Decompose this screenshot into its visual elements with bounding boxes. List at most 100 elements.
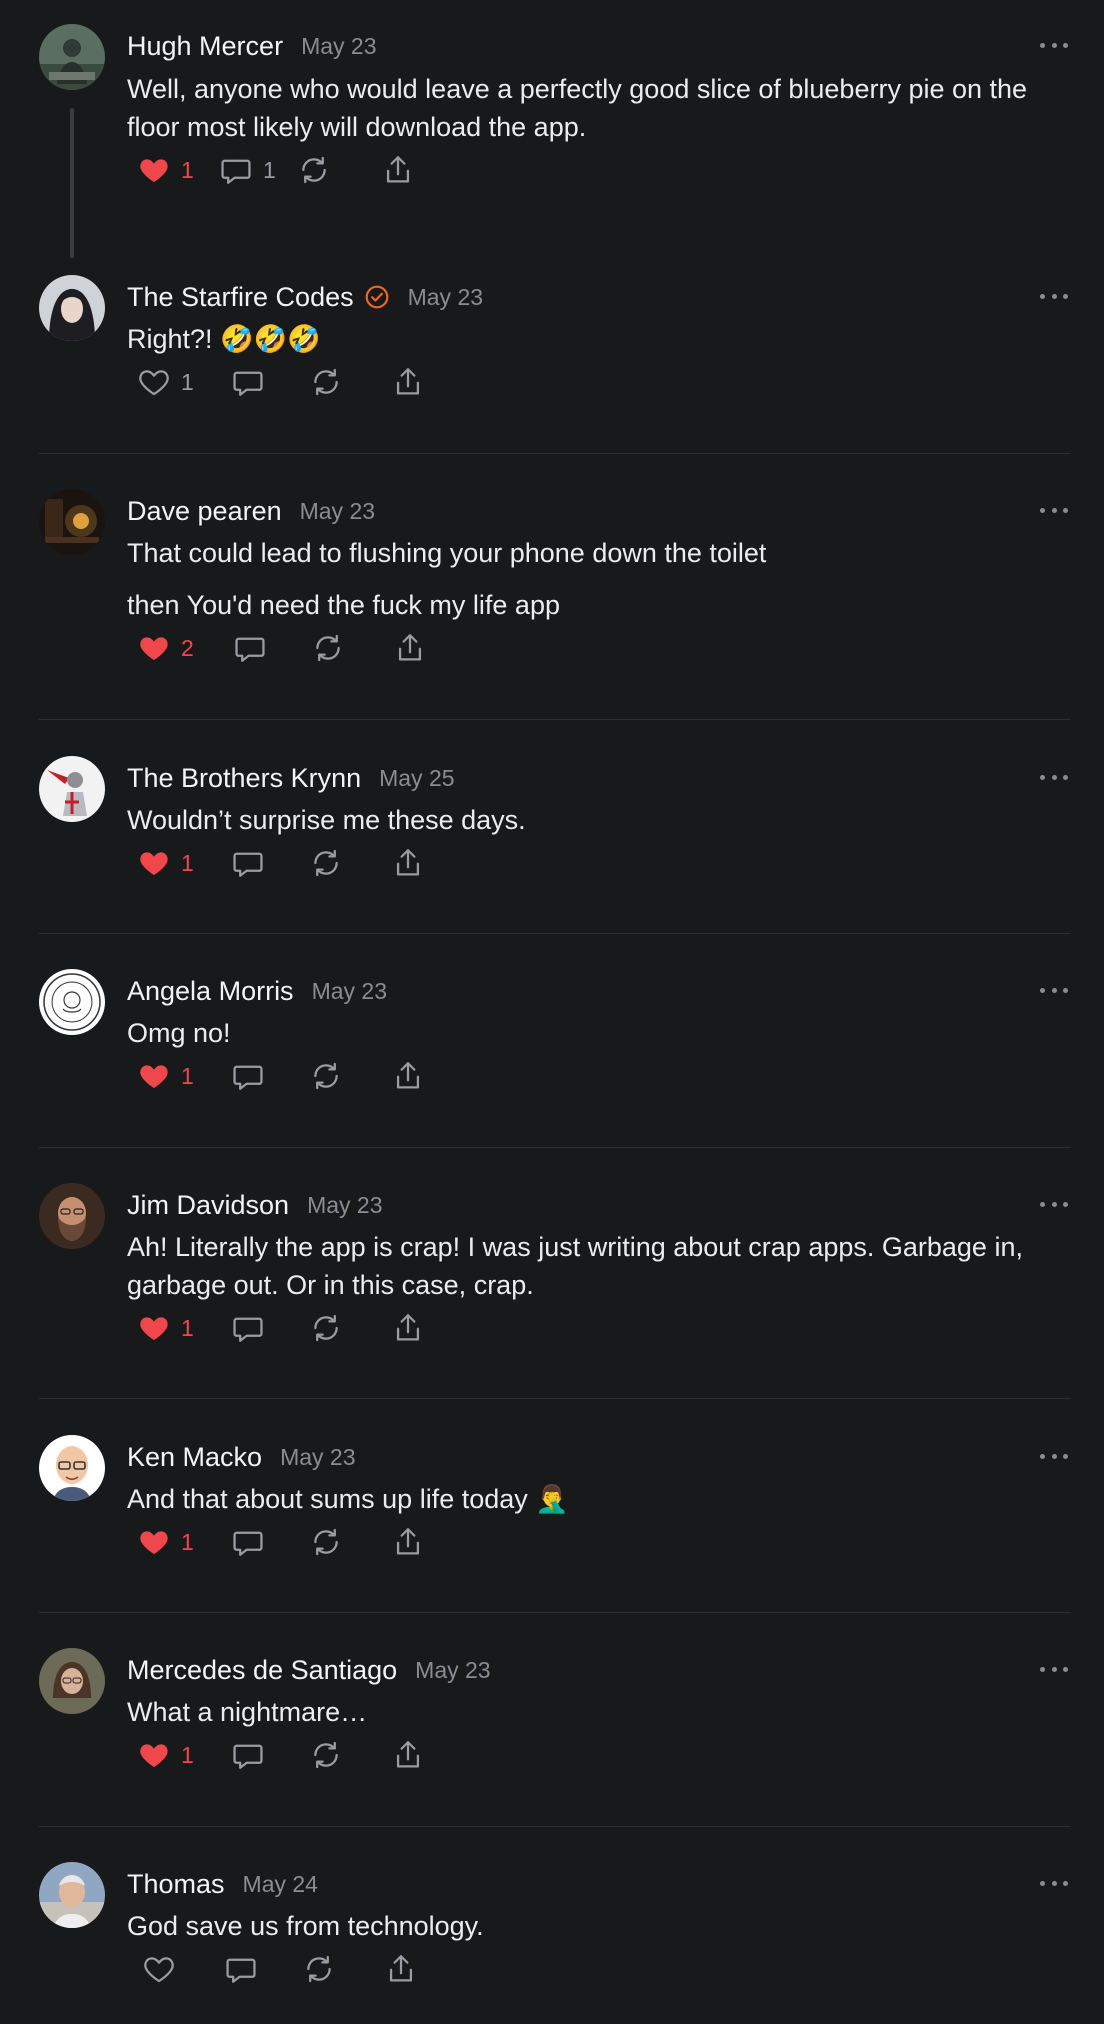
share-icon [396, 1314, 420, 1341]
reply-button[interactable] [231, 1522, 275, 1562]
like-count: 1 [181, 156, 194, 183]
like-button[interactable]: 2 [137, 628, 194, 668]
post-date[interactable]: May 23 [408, 284, 483, 311]
repost-button[interactable] [309, 843, 343, 883]
reply-button[interactable] [231, 1735, 275, 1775]
more-options-button[interactable] [1040, 32, 1068, 58]
like-count: 1 [181, 1741, 194, 1768]
repost-icon [307, 1955, 331, 1983]
post-date[interactable]: May 25 [379, 765, 454, 792]
share-icon [398, 634, 422, 661]
post-date[interactable]: May 23 [312, 978, 387, 1005]
share-button[interactable] [384, 1949, 418, 1989]
share-icon [396, 1062, 420, 1089]
avatar[interactable] [39, 1648, 105, 1714]
post-date[interactable]: May 23 [415, 1657, 490, 1684]
heart-filled-icon [140, 852, 168, 876]
post-header: Ken Macko May 23 [127, 1435, 356, 1479]
comment-icon [233, 371, 263, 396]
reply-button[interactable] [231, 362, 275, 402]
post-date[interactable]: May 23 [300, 498, 375, 525]
like-button[interactable]: 1 [137, 1056, 194, 1096]
author-name[interactable]: The Starfire Codes [127, 282, 354, 313]
share-button[interactable] [391, 1735, 425, 1775]
more-options-button[interactable] [1040, 1191, 1068, 1217]
avatar[interactable] [39, 969, 105, 1035]
reply-button[interactable]: 1 [219, 150, 276, 190]
post-text: God save us from technology. [127, 1907, 1077, 1945]
avatar[interactable] [39, 275, 105, 341]
post-divider [39, 1398, 1071, 1399]
share-button[interactable] [391, 1056, 425, 1096]
repost-button[interactable] [297, 150, 331, 190]
repost-button[interactable] [311, 628, 345, 668]
author-name[interactable]: Dave pearen [127, 496, 282, 527]
like-button[interactable]: 1 [137, 843, 194, 883]
post-date[interactable]: May 23 [307, 1192, 382, 1219]
reply-button[interactable] [224, 1949, 268, 1989]
post-date[interactable]: May 23 [301, 33, 376, 60]
avatar[interactable] [39, 24, 105, 90]
author-name[interactable]: The Brothers Krynn [127, 763, 361, 794]
post-text: And that about sums up life today 🤦‍♂️ [127, 1480, 1077, 1518]
share-button[interactable] [391, 1308, 425, 1348]
more-options-button[interactable] [1040, 283, 1068, 309]
more-options-button[interactable] [1040, 1656, 1068, 1682]
avatar[interactable] [39, 1435, 105, 1501]
post-header: The Starfire Codes May 23 [127, 275, 483, 319]
repost-icon [314, 1062, 338, 1090]
post-text: Omg no! [127, 1014, 1077, 1052]
like-button[interactable] [142, 1949, 186, 1989]
share-button[interactable] [393, 628, 427, 668]
avatar[interactable] [39, 1183, 105, 1249]
post-divider [39, 719, 1071, 720]
more-options-button[interactable] [1040, 1443, 1068, 1469]
avatar[interactable] [39, 1862, 105, 1928]
avatar[interactable] [39, 489, 105, 555]
repost-button[interactable] [309, 1308, 343, 1348]
share-button[interactable] [391, 362, 425, 402]
repost-button[interactable] [309, 362, 343, 402]
author-name[interactable]: Hugh Mercer [127, 31, 283, 62]
like-button[interactable]: 1 [137, 362, 194, 402]
share-button[interactable] [381, 150, 415, 190]
repost-button[interactable] [302, 1949, 336, 1989]
share-icon [396, 1741, 420, 1768]
share-icon [396, 1528, 420, 1555]
share-button[interactable] [391, 1522, 425, 1562]
post-header: Angela Morris May 23 [127, 969, 387, 1013]
post-date[interactable]: May 23 [280, 1444, 355, 1471]
repost-icon [314, 1314, 338, 1342]
reply-button[interactable] [231, 843, 275, 883]
heart-filled-icon [140, 1317, 168, 1341]
author-name[interactable]: Angela Morris [127, 976, 294, 1007]
more-options-button[interactable] [1040, 497, 1068, 523]
like-button[interactable]: 1 [137, 1735, 194, 1775]
repost-icon [316, 634, 340, 662]
post-text: That could lead to flushing your phone d… [127, 534, 1077, 624]
repost-button[interactable] [309, 1735, 343, 1775]
like-button[interactable]: 1 [137, 150, 194, 190]
avatar[interactable] [39, 756, 105, 822]
reply-button[interactable] [231, 1056, 275, 1096]
repost-button[interactable] [309, 1056, 343, 1096]
author-name[interactable]: Thomas [127, 1869, 225, 1900]
author-name[interactable]: Ken Macko [127, 1442, 262, 1473]
share-button[interactable] [391, 843, 425, 883]
author-name[interactable]: Mercedes de Santiago [127, 1655, 397, 1686]
reply-button[interactable] [231, 1308, 275, 1348]
repost-icon [314, 1741, 338, 1769]
repost-button[interactable] [309, 1522, 343, 1562]
like-button[interactable]: 1 [137, 1522, 194, 1562]
post-date[interactable]: May 24 [243, 1871, 318, 1898]
more-options-button[interactable] [1040, 764, 1068, 790]
repost-icon [314, 368, 338, 396]
comment-icon [233, 1317, 263, 1342]
more-options-button[interactable] [1040, 1870, 1068, 1896]
more-options-button[interactable] [1040, 977, 1068, 1003]
comment-icon [235, 637, 265, 662]
author-name[interactable]: Jim Davidson [127, 1190, 289, 1221]
like-button[interactable]: 1 [137, 1308, 194, 1348]
reply-button[interactable] [233, 628, 277, 668]
heart-filled-icon [140, 1744, 168, 1768]
